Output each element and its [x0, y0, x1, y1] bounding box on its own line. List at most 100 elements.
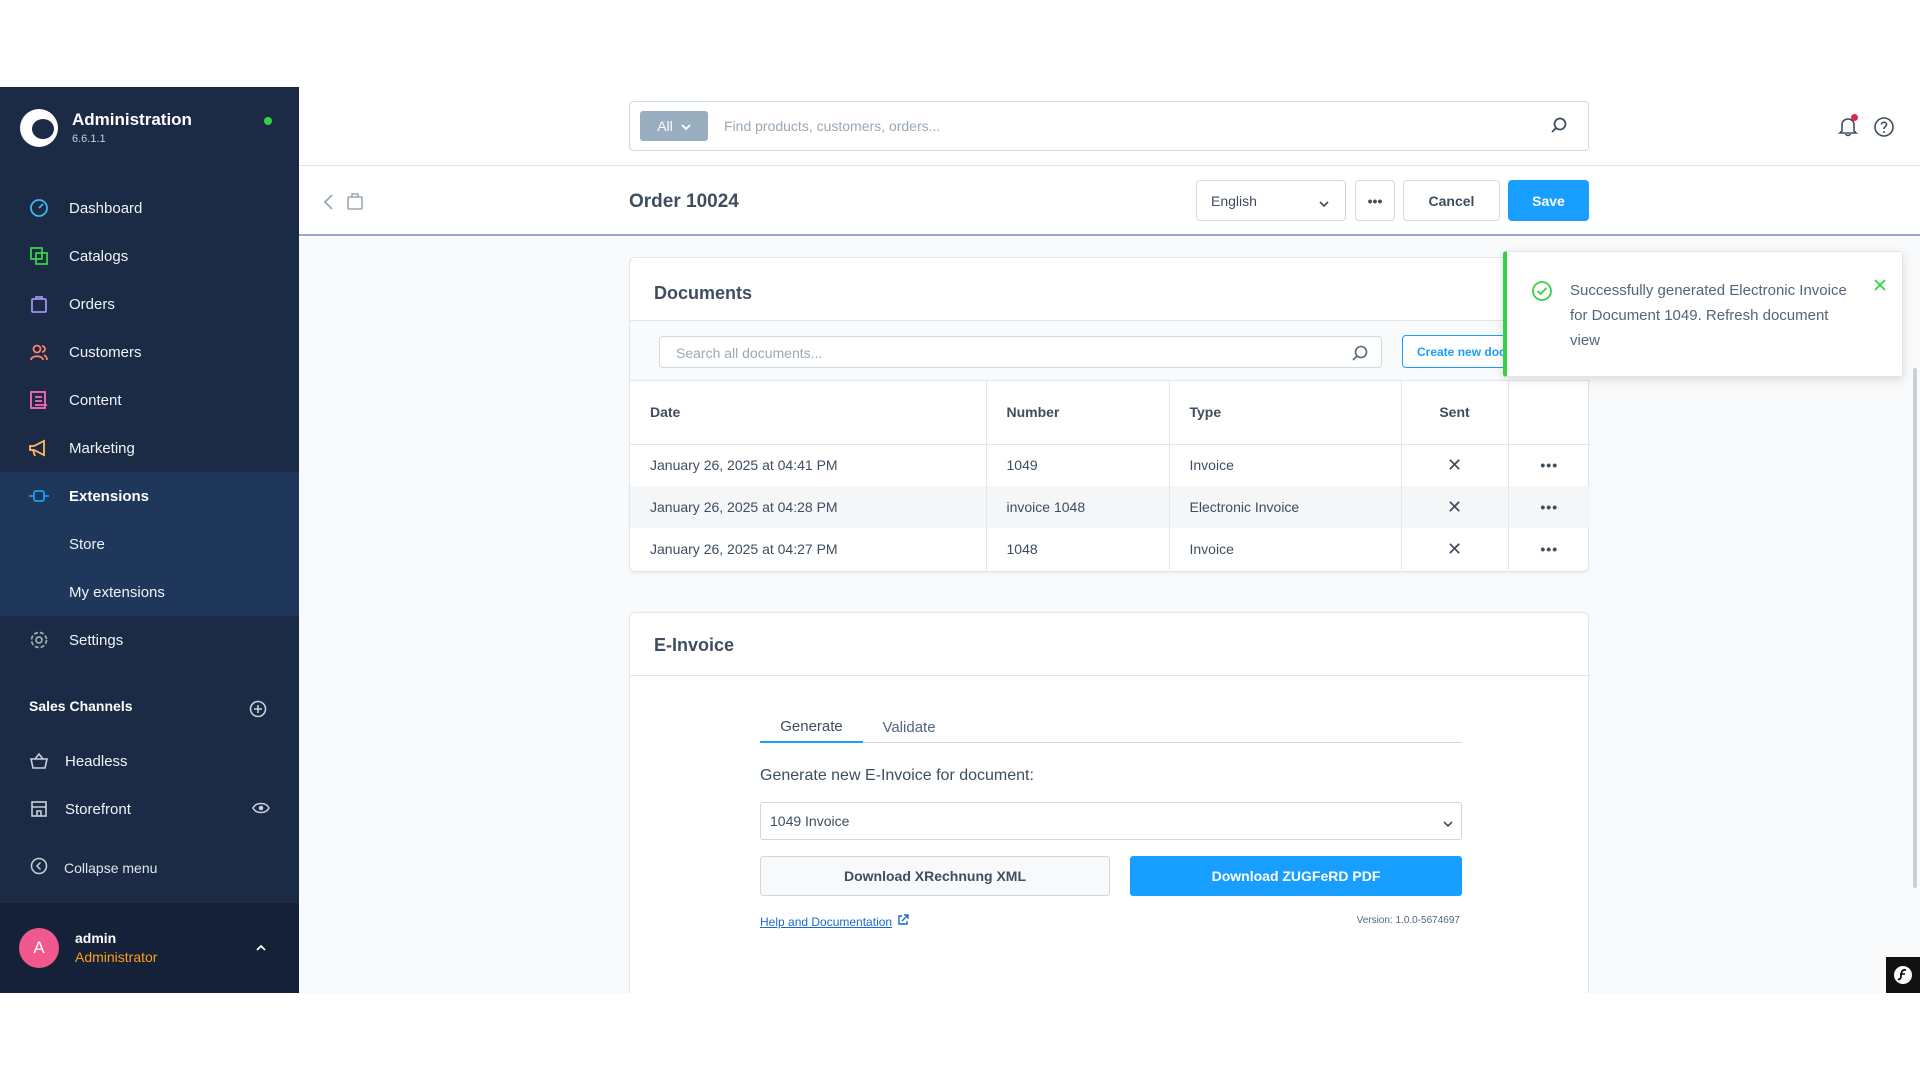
tab-validate[interactable]: Validate [863, 711, 955, 743]
user-name: admin [75, 930, 117, 946]
sent-no-icon: ✕ [1401, 528, 1509, 570]
search-scope-dropdown[interactable]: All [640, 111, 708, 141]
brand-version: 6.6.1.1 [72, 133, 106, 145]
megaphone-icon [28, 437, 50, 459]
user-menu[interactable]: A admin Administrator [0, 903, 299, 993]
language-value: English [1211, 192, 1257, 209]
add-sales-channel-icon[interactable] [249, 700, 267, 718]
collapse-menu-button[interactable]: Collapse menu [30, 857, 157, 878]
check-circle-icon [1531, 280, 1553, 302]
documents-title: Documents [654, 283, 753, 303]
documents-search-input[interactable]: Search all documents... [659, 336, 1382, 368]
sales-channels-header: Sales Channels [29, 698, 133, 714]
basket-icon [28, 750, 50, 772]
row-actions-button[interactable]: ••• [1508, 486, 1590, 528]
search-icon[interactable] [1550, 116, 1570, 136]
sidebar-item-label: Dashboard [69, 199, 143, 217]
catalogs-icon [28, 245, 50, 267]
global-search[interactable]: All Find products, customers, orders... [629, 101, 1589, 151]
sidebar-item-content[interactable]: Content [0, 376, 299, 424]
sidebar-item-dashboard[interactable]: Dashboard [0, 184, 299, 232]
sidebar-item-storefront[interactable]: Storefront [0, 785, 299, 833]
help-icon[interactable] [1873, 116, 1895, 138]
cancel-button[interactable]: Cancel [1403, 180, 1500, 221]
download-zugferd-button[interactable]: Download ZUGFeRD PDF [1130, 856, 1462, 896]
page-scrollbar[interactable] [1913, 368, 1917, 888]
back-chevron-icon[interactable] [322, 192, 338, 212]
cell-type: Invoice [1169, 444, 1402, 486]
row-actions-button[interactable]: ••• [1508, 528, 1590, 570]
brand-title: Administration [72, 110, 192, 129]
cell-type: Invoice [1169, 528, 1402, 570]
brand[interactable]: Administration 6.6.1.1 [20, 107, 280, 155]
content-icon [28, 389, 50, 411]
search-input[interactable]: Find products, customers, orders... [724, 118, 940, 134]
sidebar-item-store[interactable]: Store [0, 520, 299, 568]
cell-number: invoice 1048 [986, 486, 1170, 528]
page-title: Order 10024 [629, 191, 739, 212]
row-actions-button[interactable]: ••• [1508, 444, 1590, 486]
eye-icon[interactable] [252, 801, 270, 820]
documents-card: Documents Search all documents... Create… [629, 257, 1590, 572]
sidebar-item-my-extensions[interactable]: My extensions [0, 568, 299, 616]
chevron-down-icon [681, 118, 691, 134]
page-header: Order 10024 English ••• Cancel Save [299, 166, 1920, 236]
documents-search-placeholder: Search all documents... [676, 345, 823, 361]
sent-no-icon: ✕ [1401, 486, 1509, 528]
table-row[interactable]: January 26, 2025 at 04:27 PM 1048 Invoic… [630, 528, 1590, 570]
help-documentation-link[interactable]: Help and Documentation [760, 914, 909, 929]
document-select-value: 1049 Invoice [770, 813, 850, 829]
notification-message: Successfully generated Electronic Invoic… [1570, 282, 1847, 349]
document-select[interactable]: 1049 Invoice [760, 802, 1462, 840]
shopware-logo-icon [20, 109, 58, 147]
storefront-icon [28, 798, 50, 820]
language-select[interactable]: English [1196, 180, 1346, 221]
sidebar-item-settings[interactable]: Settings [0, 616, 299, 664]
column-header-sent[interactable]: Sent [1401, 381, 1509, 445]
column-header-date[interactable]: Date [630, 381, 987, 445]
avatar: A [19, 928, 59, 968]
success-notification: Successfully generated Electronic Invoic… [1503, 251, 1903, 377]
sidebar-item-marketing[interactable]: Marketing [0, 424, 299, 472]
sidebar-item-label: Store [69, 535, 105, 553]
einvoice-title: E-Invoice [654, 635, 735, 655]
notification-badge [1851, 114, 1858, 121]
tab-generate[interactable]: Generate [760, 711, 863, 743]
sidebar-item-customers[interactable]: Customers [0, 328, 299, 376]
sidebar-item-label: My extensions [69, 583, 165, 601]
sidebar-item-label: Content [69, 391, 122, 409]
table-row[interactable]: January 26, 2025 at 04:28 PM invoice 104… [630, 486, 1590, 528]
sidebar-item-extensions[interactable]: Extensions [0, 472, 299, 520]
sidebar-item-catalogs[interactable]: Catalogs [0, 232, 299, 280]
sidebar-item-label: Extensions [69, 487, 150, 505]
symfony-toolbar-icon[interactable] [1886, 957, 1920, 993]
table-header-row: Date Number Type Sent [630, 381, 1590, 445]
download-xrechnung-button[interactable]: Download XRechnung XML [760, 856, 1110, 896]
orders-bag-icon [346, 191, 364, 211]
cell-date: January 26, 2025 at 04:41 PM [630, 444, 987, 486]
sidebar-item-orders[interactable]: Orders [0, 280, 299, 328]
search-icon [1351, 344, 1369, 362]
column-header-number[interactable]: Number [986, 381, 1170, 445]
sidebar-item-label: Marketing [69, 439, 135, 457]
more-actions-button[interactable]: ••• [1355, 180, 1395, 221]
orders-bag-icon [28, 293, 50, 315]
collapse-chevron-icon [30, 857, 48, 878]
admin-sidebar: Administration 6.6.1.1 Dashboard Catalog… [0, 87, 299, 993]
gear-icon [28, 629, 50, 651]
chevron-up-icon[interactable] [252, 939, 270, 957]
column-header-actions [1508, 381, 1590, 445]
sidebar-item-label: Headless [65, 752, 128, 770]
column-header-type[interactable]: Type [1169, 381, 1402, 445]
table-row[interactable]: January 26, 2025 at 04:41 PM 1049 Invoic… [630, 444, 1590, 486]
divider [630, 675, 1590, 676]
close-icon[interactable] [1873, 278, 1887, 292]
top-header: All Find products, customers, orders... [299, 87, 1920, 166]
collapse-menu-label: Collapse menu [64, 859, 158, 876]
sidebar-item-headless[interactable]: Headless [0, 737, 299, 785]
plugin-version: Version: 1.0.0-5674697 [1356, 915, 1460, 926]
cell-type: Electronic Invoice [1169, 486, 1402, 528]
documents-table: Date Number Type Sent January 26, 2025 a… [630, 381, 1590, 570]
chevron-down-icon [1443, 815, 1453, 831]
save-button[interactable]: Save [1508, 180, 1589, 221]
